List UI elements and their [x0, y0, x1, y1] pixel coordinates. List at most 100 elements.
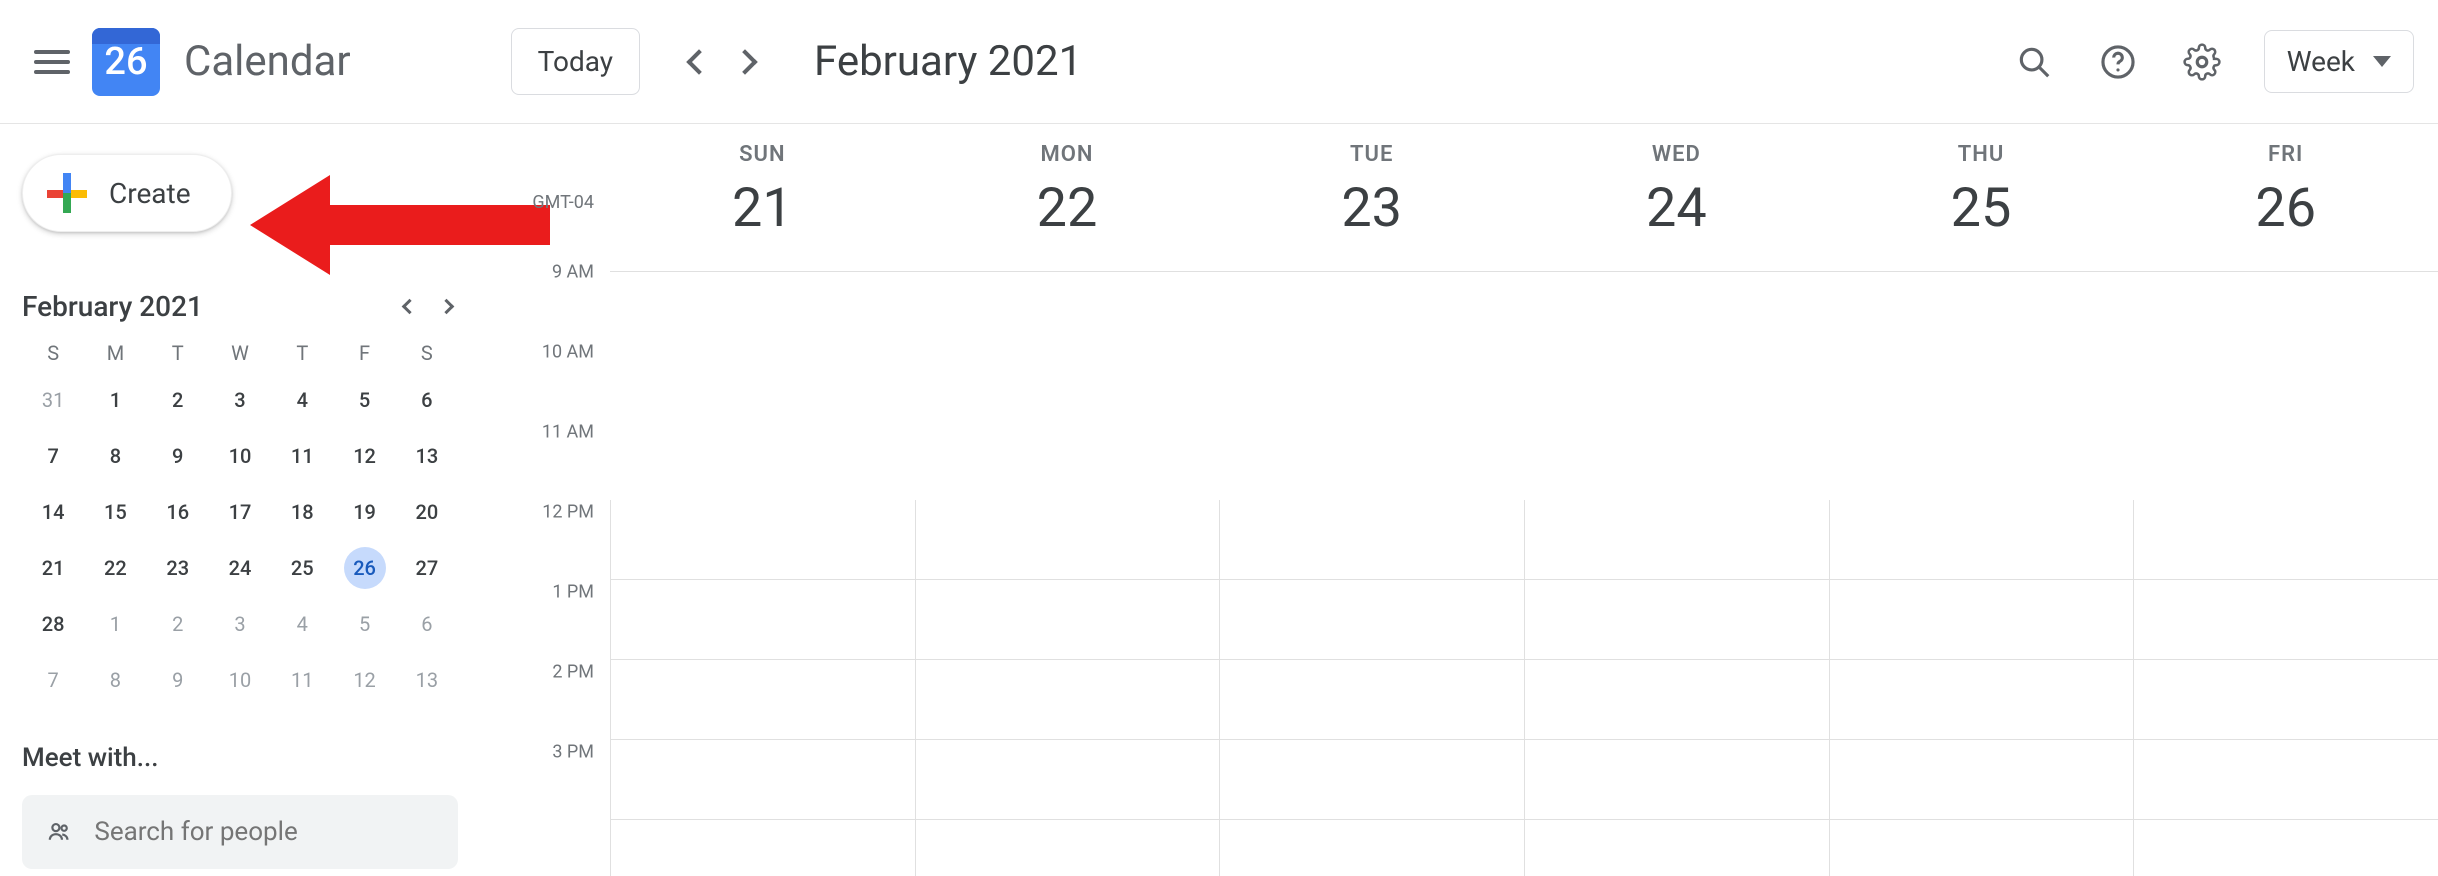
mini-calendar: SMTWTFS311234567891011121314151617181920…	[22, 341, 458, 701]
day-column-header[interactable]: TUE 23	[1219, 124, 1524, 271]
calendar-grid: GMT-04 9 AM10 AM11 AM12 PM1 PM2 PM3 PM S…	[480, 124, 2438, 876]
mini-prev-icon[interactable]	[402, 299, 418, 315]
mini-day[interactable]: 14	[32, 491, 74, 533]
day-number: 25	[1829, 177, 2134, 240]
mini-day[interactable]: 11	[281, 435, 323, 477]
mini-day[interactable]: 6	[406, 379, 448, 421]
mini-day[interactable]: 26	[344, 547, 386, 589]
logo-day-number: 26	[104, 40, 147, 84]
mini-day[interactable]: 4	[281, 379, 323, 421]
mini-day[interactable]: 16	[157, 491, 199, 533]
day-number: 22	[915, 177, 1220, 240]
search-icon[interactable]	[2012, 40, 2056, 84]
hours-grid[interactable]	[610, 500, 2438, 876]
mini-day[interactable]: 11	[281, 659, 323, 701]
mini-day[interactable]: 20	[406, 491, 448, 533]
day-of-week: THU	[1829, 142, 2134, 167]
search-people-field[interactable]	[22, 795, 458, 869]
chevron-left-icon[interactable]	[686, 49, 711, 74]
mini-day[interactable]: 1	[94, 379, 136, 421]
day-column-header[interactable]: SUN 21	[610, 124, 915, 271]
day-of-week: TUE	[1219, 142, 1524, 167]
chevron-right-icon[interactable]	[732, 49, 757, 74]
mini-dow: W	[209, 341, 271, 365]
mini-day[interactable]: 13	[406, 659, 448, 701]
mini-day[interactable]: 19	[344, 491, 386, 533]
meet-with-heading: Meet with...	[22, 743, 458, 773]
mini-day[interactable]: 24	[219, 547, 261, 589]
day-headers: SUN 21MON 22 TUE 23WED24THU 25FRI26	[610, 124, 2438, 272]
mini-day[interactable]: 2	[157, 603, 199, 645]
create-button[interactable]: Create	[22, 154, 232, 232]
today-button[interactable]: Today	[511, 28, 640, 95]
mini-day[interactable]: 27	[406, 547, 448, 589]
view-selector-label: Week	[2287, 45, 2355, 78]
mini-day[interactable]: 9	[157, 659, 199, 701]
mini-day[interactable]: 4	[281, 603, 323, 645]
day-column-header[interactable]: FRI26	[2133, 124, 2438, 271]
day-number: 21	[610, 177, 915, 240]
app-title: Calendar	[184, 37, 351, 86]
mini-dow: S	[22, 341, 84, 365]
main-menu-icon[interactable]	[34, 44, 70, 80]
mini-day[interactable]: 5	[344, 379, 386, 421]
day-column-header[interactable]: WED24	[1524, 124, 1829, 271]
mini-day[interactable]: 2	[157, 379, 199, 421]
day-number: 26	[2133, 177, 2438, 240]
mini-dow: M	[84, 341, 146, 365]
mini-day[interactable]: 8	[94, 435, 136, 477]
day-column-header[interactable]: MON 22	[915, 124, 1220, 271]
mini-day[interactable]: 8	[94, 659, 136, 701]
mini-day[interactable]: 7	[32, 659, 74, 701]
mini-day[interactable]: 17	[219, 491, 261, 533]
app-header: 26 Calendar Today February 2021 Week	[0, 0, 2438, 124]
period-nav	[690, 53, 754, 71]
mini-day[interactable]: 25	[281, 547, 323, 589]
hour-label: 10 AM	[542, 342, 594, 363]
mini-day[interactable]: 12	[344, 435, 386, 477]
hour-label: 2 PM	[552, 662, 594, 683]
day-number: 24	[1524, 177, 1829, 240]
day-of-week: MON	[915, 142, 1220, 167]
day-of-week: SUN	[610, 142, 915, 167]
mini-day[interactable]: 13	[406, 435, 448, 477]
timezone-label: GMT-04	[532, 192, 594, 213]
mini-next-icon[interactable]	[439, 299, 455, 315]
mini-day[interactable]: 10	[219, 659, 261, 701]
day-column-header[interactable]: THU 25	[1829, 124, 2134, 271]
people-icon	[46, 817, 72, 847]
mini-dow: F	[333, 341, 395, 365]
gear-icon[interactable]	[2180, 40, 2224, 84]
mini-day[interactable]: 22	[94, 547, 136, 589]
mini-day[interactable]: 3	[219, 603, 261, 645]
mini-calendar-month: February 2021	[22, 290, 203, 323]
period-title: February 2021	[814, 37, 1082, 86]
mini-day[interactable]: 21	[32, 547, 74, 589]
mini-day[interactable]: 10	[219, 435, 261, 477]
chevron-down-icon	[2373, 56, 2391, 67]
view-selector[interactable]: Week	[2264, 30, 2414, 93]
hour-label: 3 PM	[552, 742, 594, 763]
mini-day[interactable]: 3	[219, 379, 261, 421]
mini-day[interactable]: 28	[32, 603, 74, 645]
hour-label: 11 AM	[542, 422, 594, 443]
mini-dow: T	[271, 341, 333, 365]
mini-day[interactable]: 5	[344, 603, 386, 645]
mini-day[interactable]: 6	[406, 603, 448, 645]
mini-day[interactable]: 1	[94, 603, 136, 645]
help-icon[interactable]	[2096, 40, 2140, 84]
mini-day[interactable]: 18	[281, 491, 323, 533]
day-number: 23	[1219, 177, 1524, 240]
calendar-logo[interactable]: 26	[92, 28, 160, 96]
plus-icon	[47, 173, 87, 213]
mini-day[interactable]: 31	[32, 379, 74, 421]
hour-label: 9 AM	[552, 262, 594, 283]
mini-day[interactable]: 12	[344, 659, 386, 701]
mini-day[interactable]: 15	[94, 491, 136, 533]
time-gutter: GMT-04 9 AM10 AM11 AM12 PM1 PM2 PM3 PM	[480, 124, 610, 876]
mini-day[interactable]: 23	[157, 547, 199, 589]
mini-day[interactable]: 7	[32, 435, 74, 477]
mini-dow: S	[396, 341, 458, 365]
search-people-input[interactable]	[92, 816, 434, 848]
mini-day[interactable]: 9	[157, 435, 199, 477]
